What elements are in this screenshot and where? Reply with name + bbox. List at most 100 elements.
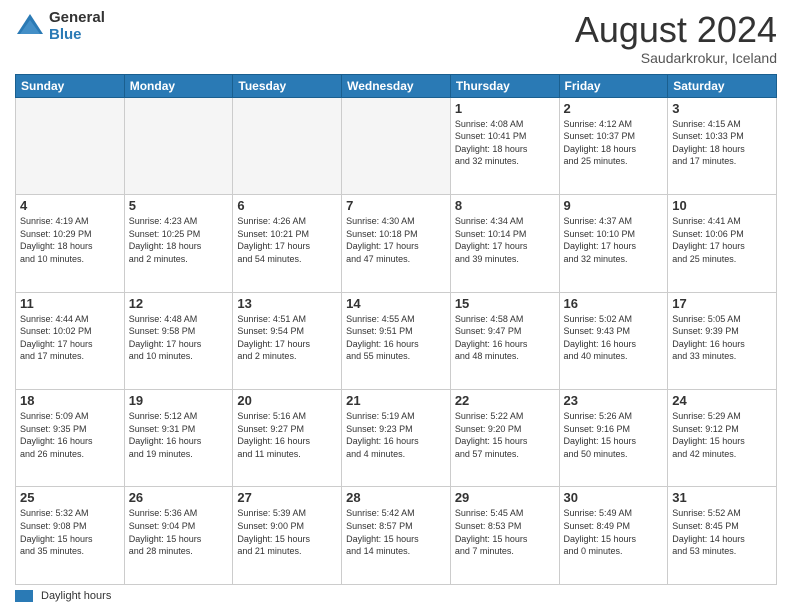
day-number: 21 bbox=[346, 393, 446, 408]
day-info: Sunrise: 5:29 AM Sunset: 9:12 PM Dayligh… bbox=[672, 410, 772, 460]
day-number: 6 bbox=[237, 198, 337, 213]
calendar-cell: 15 Sunrise: 4:58 AM Sunset: 9:47 PM Dayli… bbox=[450, 292, 559, 389]
calendar-cell: 1Sunrise: 4:08 AM Sunset: 10:41 PM Dayli… bbox=[450, 97, 559, 194]
calendar-cell: 7 Sunrise: 4:30 AM Sunset: 10:18 PM Dayli… bbox=[342, 195, 451, 292]
calendar-week-row: 25 Sunrise: 5:32 AM Sunset: 9:08 PM Dayli… bbox=[16, 487, 777, 585]
day-number: 17 bbox=[672, 296, 772, 311]
calendar-cell: 14 Sunrise: 4:55 AM Sunset: 9:51 PM Dayli… bbox=[342, 292, 451, 389]
day-number: 12 bbox=[129, 296, 229, 311]
day-info: Sunrise: 4:48 AM Sunset: 9:58 PM Dayligh… bbox=[129, 313, 229, 363]
calendar-cell: 18 Sunrise: 5:09 AM Sunset: 9:35 PM Dayli… bbox=[16, 390, 125, 487]
day-info: Sunrise: 5:09 AM Sunset: 9:35 PM Dayligh… bbox=[20, 410, 120, 460]
calendar-cell: 19 Sunrise: 5:12 AM Sunset: 9:31 PM Dayli… bbox=[124, 390, 233, 487]
day-info: Sunrise: 4:26 AM Sunset: 10:21 PM Daylig… bbox=[237, 215, 337, 265]
day-info: Sunrise: 4:44 AM Sunset: 10:02 PM Daylig… bbox=[20, 313, 120, 363]
day-info: Sunrise: 5:52 AM Sunset: 8:45 PM Dayligh… bbox=[672, 507, 772, 557]
day-info: Sunrise: 4:37 AM Sunset: 10:10 PM Daylig… bbox=[564, 215, 664, 265]
day-info: Sunrise: 4:19 AM Sunset: 10:29 PM Daylig… bbox=[20, 215, 120, 265]
calendar-cell: 17 Sunrise: 5:05 AM Sunset: 9:39 PM Dayli… bbox=[668, 292, 777, 389]
logo: General Blue bbox=[15, 10, 105, 43]
page: General Blue August 2024 Saudarkrokur, I… bbox=[0, 0, 792, 612]
day-number: 15 bbox=[455, 296, 555, 311]
day-number: 25 bbox=[20, 490, 120, 505]
day-number: 5 bbox=[129, 198, 229, 213]
day-info: Sunrise: 5:16 AM Sunset: 9:27 PM Dayligh… bbox=[237, 410, 337, 460]
day-number: 13 bbox=[237, 296, 337, 311]
day-number: 3 bbox=[672, 101, 772, 116]
day-number: 19 bbox=[129, 393, 229, 408]
day-number: 24 bbox=[672, 393, 772, 408]
day-number: 18 bbox=[20, 393, 120, 408]
calendar-header-row: SundayMondayTuesdayWednesdayThursdayFrid… bbox=[16, 74, 777, 97]
day-info: Sunrise: 4:15 AM Sunset: 10:33 PM Daylig… bbox=[672, 118, 772, 168]
weekday-header: Monday bbox=[124, 74, 233, 97]
calendar-cell: 28Sunrise: 5:42 AM Sunset: 8:57 PM Dayli… bbox=[342, 487, 451, 585]
calendar-cell: 20 Sunrise: 5:16 AM Sunset: 9:27 PM Dayli… bbox=[233, 390, 342, 487]
weekday-header: Saturday bbox=[668, 74, 777, 97]
calendar-cell: 3 Sunrise: 4:15 AM Sunset: 10:33 PM Dayli… bbox=[668, 97, 777, 194]
day-info: Sunrise: 4:30 AM Sunset: 10:18 PM Daylig… bbox=[346, 215, 446, 265]
day-info: Sunrise: 5:22 AM Sunset: 9:20 PM Dayligh… bbox=[455, 410, 555, 460]
calendar-cell: 27 Sunrise: 5:39 AM Sunset: 9:00 PM Dayli… bbox=[233, 487, 342, 585]
day-info: Sunrise: 4:41 AM Sunset: 10:06 PM Daylig… bbox=[672, 215, 772, 265]
calendar-cell: 23 Sunrise: 5:26 AM Sunset: 9:16 PM Dayli… bbox=[559, 390, 668, 487]
header: General Blue August 2024 Saudarkrokur, I… bbox=[15, 10, 777, 66]
footer: Daylight hours bbox=[15, 590, 777, 602]
day-info: Sunrise: 4:34 AM Sunset: 10:14 PM Daylig… bbox=[455, 215, 555, 265]
day-number: 23 bbox=[564, 393, 664, 408]
calendar-cell: 29 Sunrise: 5:45 AM Sunset: 8:53 PM Dayli… bbox=[450, 487, 559, 585]
logo-general: General bbox=[49, 10, 105, 27]
day-number: 30 bbox=[564, 490, 664, 505]
calendar-cell bbox=[124, 97, 233, 194]
calendar-week-row: 18 Sunrise: 5:09 AM Sunset: 9:35 PM Dayli… bbox=[16, 390, 777, 487]
day-number: 26 bbox=[129, 490, 229, 505]
logo-text: General Blue bbox=[49, 10, 105, 43]
day-info: Sunrise: 4:51 AM Sunset: 9:54 PM Dayligh… bbox=[237, 313, 337, 363]
day-info: Sunrise: 5:26 AM Sunset: 9:16 PM Dayligh… bbox=[564, 410, 664, 460]
day-number: 14 bbox=[346, 296, 446, 311]
daylight-swatch bbox=[15, 590, 33, 602]
day-info: Sunrise: 5:05 AM Sunset: 9:39 PM Dayligh… bbox=[672, 313, 772, 363]
day-number: 4 bbox=[20, 198, 120, 213]
calendar-week-row: 1Sunrise: 4:08 AM Sunset: 10:41 PM Dayli… bbox=[16, 97, 777, 194]
day-number: 27 bbox=[237, 490, 337, 505]
calendar-cell bbox=[16, 97, 125, 194]
day-number: 28 bbox=[346, 490, 446, 505]
calendar-cell: 12 Sunrise: 4:48 AM Sunset: 9:58 PM Dayli… bbox=[124, 292, 233, 389]
calendar-cell: 6 Sunrise: 4:26 AM Sunset: 10:21 PM Dayli… bbox=[233, 195, 342, 292]
calendar-cell: 21 Sunrise: 5:19 AM Sunset: 9:23 PM Dayli… bbox=[342, 390, 451, 487]
calendar-cell: 13 Sunrise: 4:51 AM Sunset: 9:54 PM Dayli… bbox=[233, 292, 342, 389]
day-info: Sunrise: 5:36 AM Sunset: 9:04 PM Dayligh… bbox=[129, 507, 229, 557]
day-info: Sunrise: 4:58 AM Sunset: 9:47 PM Dayligh… bbox=[455, 313, 555, 363]
day-info: Sunrise: 5:32 AM Sunset: 9:08 PM Dayligh… bbox=[20, 507, 120, 557]
calendar-cell: 9Sunrise: 4:37 AM Sunset: 10:10 PM Dayli… bbox=[559, 195, 668, 292]
calendar-cell: 10Sunrise: 4:41 AM Sunset: 10:06 PM Dayl… bbox=[668, 195, 777, 292]
day-number: 7 bbox=[346, 198, 446, 213]
day-info: Sunrise: 5:02 AM Sunset: 9:43 PM Dayligh… bbox=[564, 313, 664, 363]
calendar-cell: 26 Sunrise: 5:36 AM Sunset: 9:04 PM Dayli… bbox=[124, 487, 233, 585]
daylight-label: Daylight hours bbox=[41, 590, 111, 602]
day-info: Sunrise: 4:55 AM Sunset: 9:51 PM Dayligh… bbox=[346, 313, 446, 363]
day-info: Sunrise: 4:23 AM Sunset: 10:25 PM Daylig… bbox=[129, 215, 229, 265]
calendar-cell: 25 Sunrise: 5:32 AM Sunset: 9:08 PM Dayli… bbox=[16, 487, 125, 585]
title-month: August 2024 bbox=[575, 10, 777, 50]
day-number: 22 bbox=[455, 393, 555, 408]
calendar-cell: 16Sunrise: 5:02 AM Sunset: 9:43 PM Dayli… bbox=[559, 292, 668, 389]
day-info: Sunrise: 5:45 AM Sunset: 8:53 PM Dayligh… bbox=[455, 507, 555, 557]
day-number: 29 bbox=[455, 490, 555, 505]
calendar-cell: 5 Sunrise: 4:23 AM Sunset: 10:25 PM Dayli… bbox=[124, 195, 233, 292]
calendar-cell: 11Sunrise: 4:44 AM Sunset: 10:02 PM Dayl… bbox=[16, 292, 125, 389]
calendar: SundayMondayTuesdayWednesdayThursdayFrid… bbox=[15, 74, 777, 585]
calendar-cell: 4 Sunrise: 4:19 AM Sunset: 10:29 PM Dayli… bbox=[16, 195, 125, 292]
day-number: 20 bbox=[237, 393, 337, 408]
day-info: Sunrise: 5:39 AM Sunset: 9:00 PM Dayligh… bbox=[237, 507, 337, 557]
weekday-header: Wednesday bbox=[342, 74, 451, 97]
weekday-header: Tuesday bbox=[233, 74, 342, 97]
calendar-cell bbox=[233, 97, 342, 194]
day-info: Sunrise: 5:12 AM Sunset: 9:31 PM Dayligh… bbox=[129, 410, 229, 460]
calendar-cell: 8Sunrise: 4:34 AM Sunset: 10:14 PM Dayli… bbox=[450, 195, 559, 292]
day-info: Sunrise: 5:19 AM Sunset: 9:23 PM Dayligh… bbox=[346, 410, 446, 460]
calendar-week-row: 11Sunrise: 4:44 AM Sunset: 10:02 PM Dayl… bbox=[16, 292, 777, 389]
title-location: Saudarkrokur, Iceland bbox=[575, 50, 777, 66]
calendar-cell: 24 Sunrise: 5:29 AM Sunset: 9:12 PM Dayli… bbox=[668, 390, 777, 487]
